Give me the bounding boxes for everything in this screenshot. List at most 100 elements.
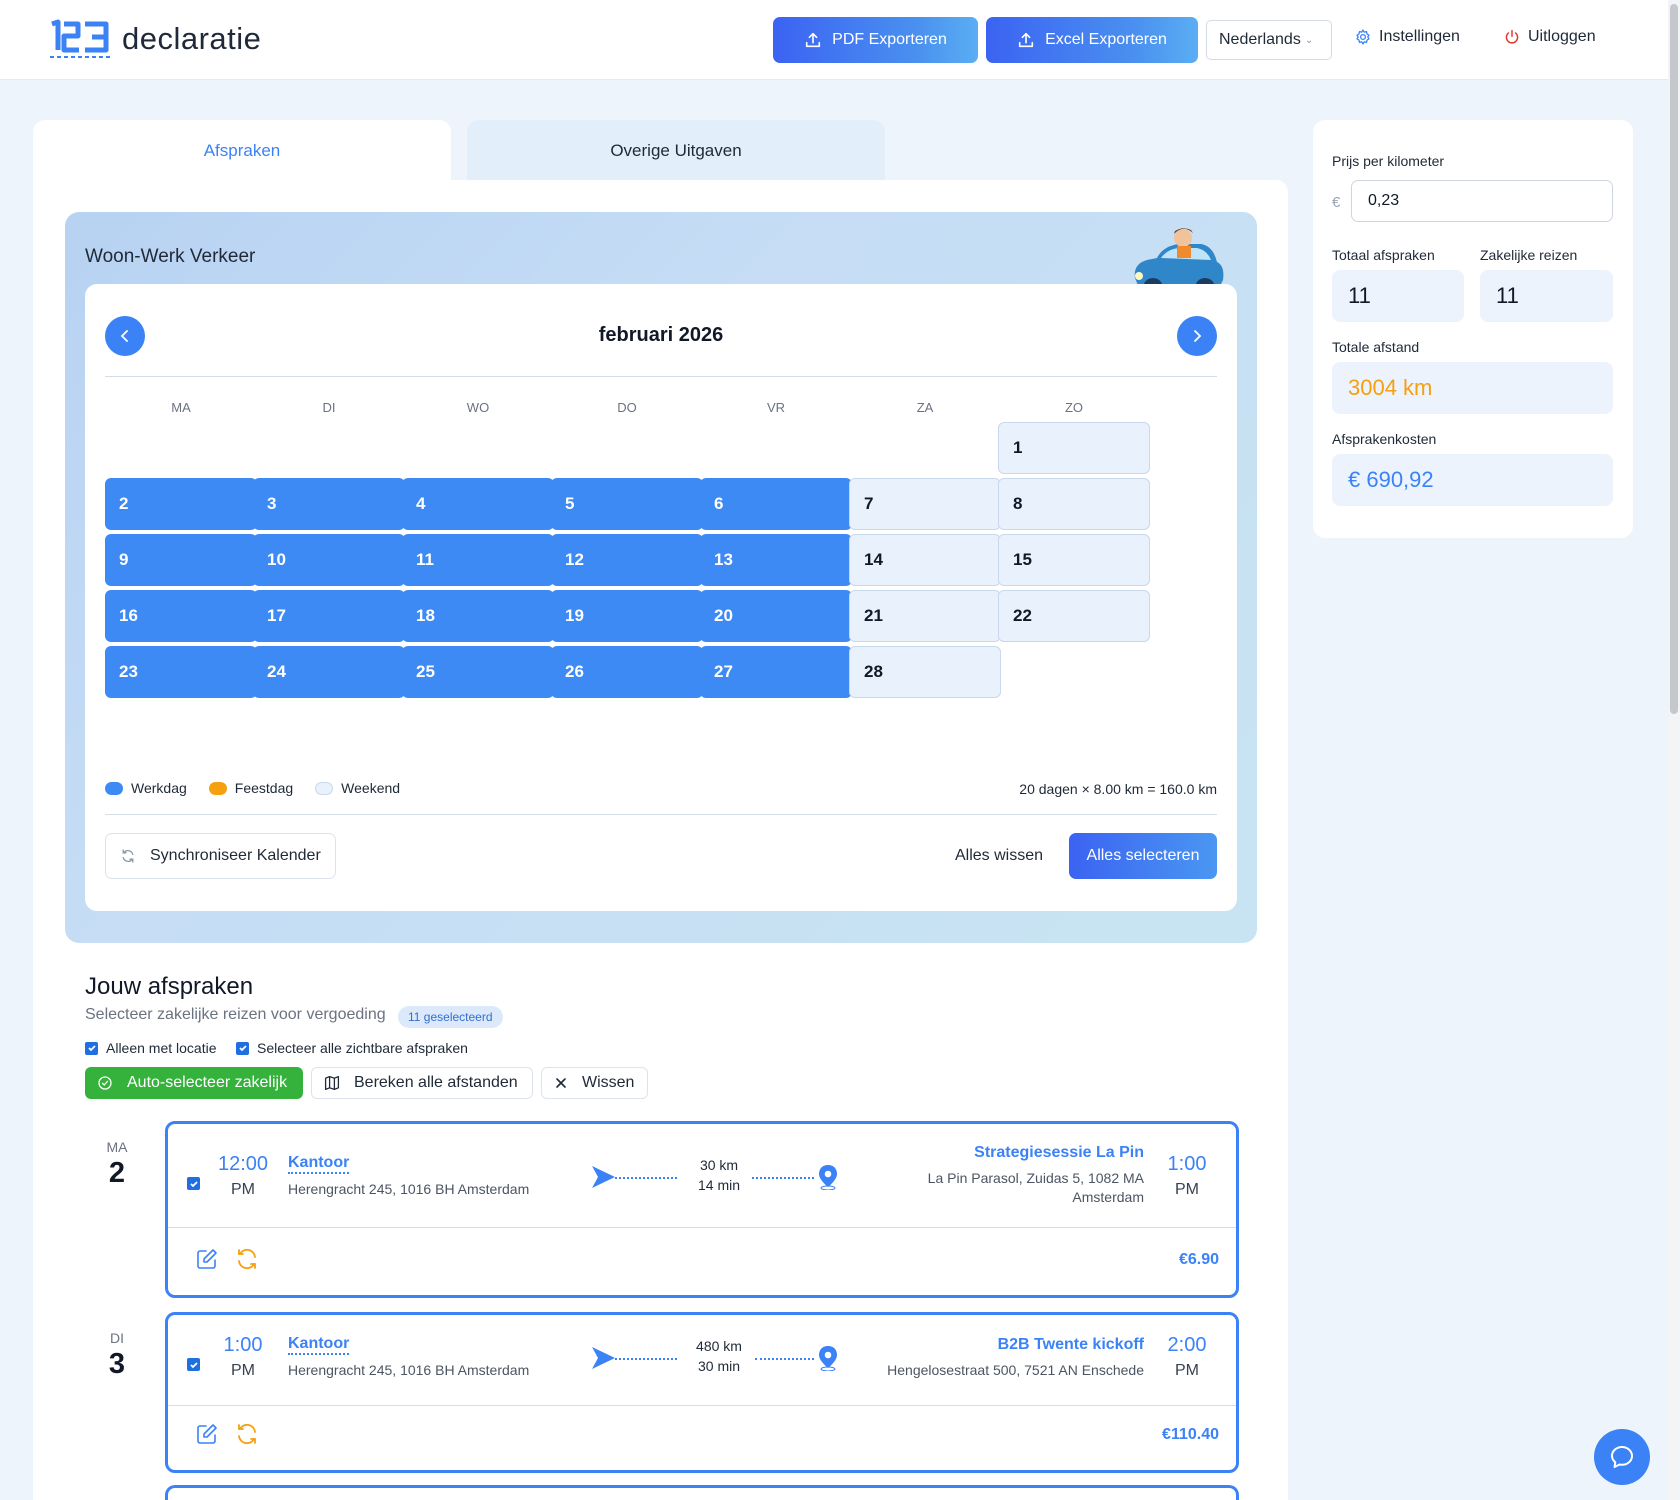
legend-work-swatch <box>105 781 123 795</box>
appointment-card[interactable] <box>165 1485 1239 1500</box>
calendar-day-6[interactable]: 6 <box>700 478 852 530</box>
only-location-checkbox[interactable]: Alleen met locatie <box>85 1040 217 1056</box>
settings-label: Instellingen <box>1379 28 1460 45</box>
gear-icon <box>1356 29 1370 45</box>
calendar-day-27[interactable]: 27 <box>700 646 852 698</box>
end-time: 1:00 <box>1167 1153 1207 1175</box>
appointment-checkbox[interactable] <box>187 1177 200 1190</box>
commute-calculation: 20 dagen × 8.00 km = 160.0 km <box>1019 781 1217 797</box>
calendar-day-12[interactable]: 12 <box>551 534 703 586</box>
origin-link[interactable]: Kantoor <box>288 1154 350 1174</box>
route-line <box>752 1177 814 1179</box>
currency-symbol: € <box>1332 194 1341 211</box>
chevron-down-icon: ⌄ <box>1304 34 1314 46</box>
select-all-button[interactable]: Alles selecteren <box>1069 833 1217 879</box>
calendar-day-28[interactable]: 28 <box>849 646 1001 698</box>
recalculate-icon[interactable] <box>235 1422 259 1446</box>
total-appointments-label: Totaal afspraken <box>1332 247 1435 263</box>
appointment-checkbox[interactable] <box>187 1358 200 1371</box>
calendar-day-16[interactable]: 16 <box>105 590 257 642</box>
sync-calendar-button[interactable]: Synchroniseer Kalender <box>105 833 336 879</box>
calendar-day-26[interactable]: 26 <box>551 646 703 698</box>
edit-icon[interactable] <box>195 1247 219 1271</box>
price-per-km-input[interactable]: 0,23 <box>1351 180 1613 222</box>
selected-count-badge: 11 geselecteerd <box>398 1006 503 1028</box>
end-ampm: PM <box>1175 1362 1199 1379</box>
edit-icon[interactable] <box>195 1422 219 1446</box>
calendar-day-15[interactable]: 15 <box>998 534 1150 586</box>
calendar-day-8[interactable]: 8 <box>998 478 1150 530</box>
logout-link[interactable]: Uitloggen <box>1504 28 1596 46</box>
page-scrollbar[interactable] <box>1668 0 1680 1500</box>
calendar-day-20[interactable]: 20 <box>700 590 852 642</box>
clear-all-button[interactable]: Alles wissen <box>955 847 1043 865</box>
calculate-distances-button[interactable]: Bereken alle afstanden <box>311 1067 533 1099</box>
auto-select-business-button[interactable]: Auto-selecteer zakelijk <box>85 1067 303 1099</box>
destination-title[interactable]: B2B Twente kickoff <box>998 1336 1144 1354</box>
total-distance-label: Totale afstand <box>1332 339 1420 355</box>
route-distance: 480 km 30 min <box>674 1336 764 1376</box>
calendar-day-25[interactable]: 25 <box>402 646 554 698</box>
calendar-day-18[interactable]: 18 <box>402 590 554 642</box>
weekday-wo: WO <box>466 400 490 415</box>
language-select[interactable]: Nederlands ⌄ <box>1206 20 1332 60</box>
calendar-day-10[interactable]: 10 <box>253 534 405 586</box>
chat-button[interactable] <box>1594 1429 1650 1485</box>
start-ampm: PM <box>231 1181 255 1198</box>
calendar-day-9[interactable]: 9 <box>105 534 257 586</box>
excel-export-button[interactable]: Excel Exporteren <box>986 17 1198 63</box>
end-ampm: PM <box>1175 1181 1199 1198</box>
route-line <box>755 1358 814 1360</box>
calendar-day-14[interactable]: 14 <box>849 534 1001 586</box>
map-icon <box>324 1075 340 1091</box>
check-circle-icon <box>98 1076 112 1090</box>
route-distance: 30 km 14 min <box>674 1155 764 1195</box>
next-month-button[interactable] <box>1177 316 1217 356</box>
calendar-day-21[interactable]: 21 <box>849 590 1001 642</box>
pdf-export-button[interactable]: PDF Exporteren <box>773 17 978 63</box>
upload-icon <box>806 32 821 48</box>
calendar-day-1[interactable]: 1 <box>998 422 1150 474</box>
commute-calendar-card: Woon-Werk Verkeer februari 2026 MA DI WO DO… <box>65 212 1257 943</box>
calendar-day-3[interactable]: 3 <box>253 478 405 530</box>
calendar-day-4[interactable]: 4 <box>402 478 554 530</box>
calendar-day-13[interactable]: 13 <box>700 534 852 586</box>
duration-value: 14 min <box>697 1177 741 1193</box>
select-visible-checkbox[interactable]: Selecteer alle zichtbare afspraken <box>236 1040 468 1056</box>
appointment-price: €110.40 <box>1162 1426 1219 1443</box>
calendar-day-11[interactable]: 11 <box>402 534 554 586</box>
clear-selection-button[interactable]: Wissen <box>541 1067 648 1099</box>
destination-title[interactable]: Strategiesessie La Pin <box>974 1144 1144 1162</box>
calendar-day-17[interactable]: 17 <box>253 590 405 642</box>
calendar-day-7[interactable]: 7 <box>849 478 1001 530</box>
destination-address-line: Amsterdam <box>1072 1189 1144 1205</box>
settings-link[interactable]: Instellingen <box>1355 28 1460 46</box>
calendar-title: Woon-Werk Verkeer <box>85 246 256 267</box>
logo[interactable]: declaratie <box>48 18 261 60</box>
excel-export-label: Excel Exporteren <box>1045 31 1167 48</box>
appointment-card[interactable]: 12:00 PM Kantoor Herengracht 245, 1016 B… <box>165 1121 1239 1298</box>
recalculate-icon[interactable] <box>235 1247 259 1271</box>
calendar-day-5[interactable]: 5 <box>551 478 703 530</box>
appointment-card[interactable]: 1:00 PM Kantoor Herengracht 245, 1016 BH… <box>165 1312 1239 1473</box>
calendar-day-22[interactable]: 22 <box>998 590 1150 642</box>
weekday-do: DO <box>617 400 637 415</box>
destination-address-line: La Pin Parasol, Zuidas 5, 1082 MA <box>927 1170 1144 1186</box>
appointments-title: Jouw afspraken <box>85 973 254 1000</box>
tab-afspraken[interactable]: Afspraken <box>33 120 451 182</box>
start-ampm: PM <box>231 1362 255 1379</box>
route-line <box>615 1358 677 1360</box>
calendar-day-24[interactable]: 24 <box>253 646 405 698</box>
legend-holiday-label: Feestdag <box>234 780 294 796</box>
tab-overige-uitgaven[interactable]: Overige Uitgaven <box>467 120 885 182</box>
calendar-day-23[interactable]: 23 <box>105 646 257 698</box>
business-trips-value: 11 <box>1480 270 1613 322</box>
logo-123-icon <box>50 19 110 58</box>
calendar-footer-divider <box>105 814 1217 815</box>
sync-calendar-label: Synchroniseer Kalender <box>150 847 321 864</box>
origin-link[interactable]: Kantoor <box>288 1335 350 1355</box>
location-pin-icon <box>819 1165 837 1190</box>
calendar-day-2[interactable]: 2 <box>105 478 257 530</box>
calendar-day-19[interactable]: 19 <box>551 590 703 642</box>
scrollbar-thumb[interactable] <box>1670 4 1678 714</box>
